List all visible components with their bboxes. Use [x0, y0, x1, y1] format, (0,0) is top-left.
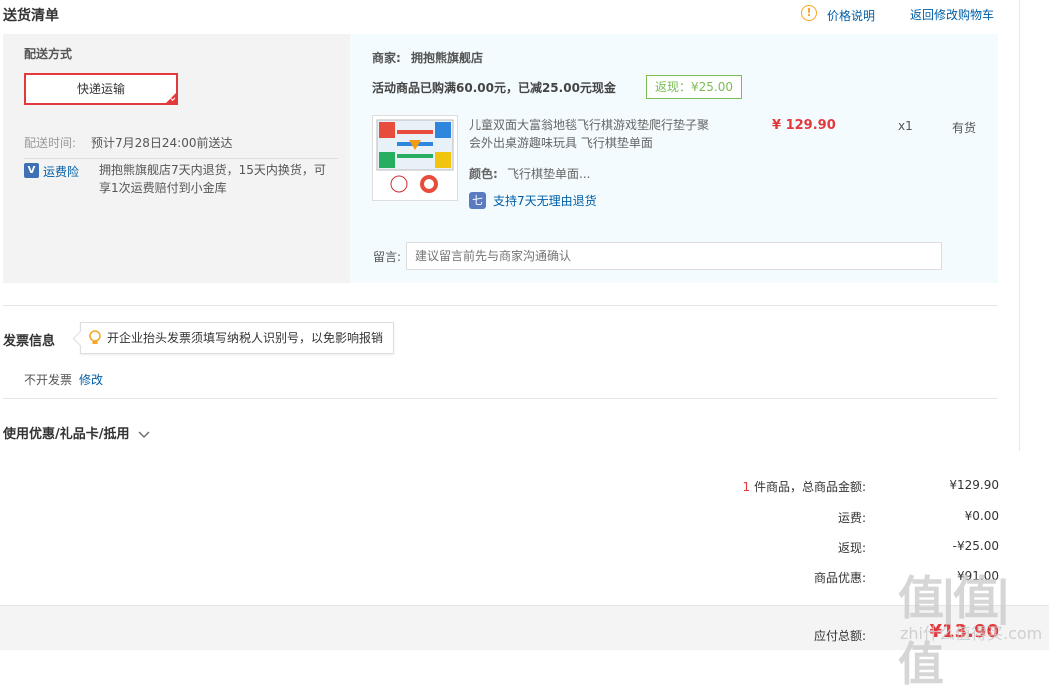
info-icon[interactable]: !	[801, 5, 817, 21]
shipping-fee-label: 运费:	[837, 511, 866, 525]
lightbulb-icon	[89, 330, 101, 344]
back-to-cart-link[interactable]: 返回修改购物车	[910, 6, 994, 23]
board-game-mat-image	[376, 119, 454, 193]
goods-total-label: 1 件商品，总商品金额:	[742, 478, 866, 495]
payable-footer	[0, 605, 1049, 650]
delivery-time-label: 配送时间:	[24, 136, 77, 150]
insurance-desc-line: 拥抱熊旗舰店7天内退货，15天内换货，可	[99, 163, 326, 177]
item-count-suffix: 件商品，总商品金额:	[753, 480, 866, 494]
chevron-down-icon	[138, 431, 150, 438]
delivery-time-value: 预计7月28日24:00前送达	[91, 136, 233, 150]
shipping-option-label: 快递运输	[76, 82, 125, 96]
cashback-badge: 返现：¥25.00	[646, 75, 742, 99]
divider	[24, 158, 338, 159]
return-policy-link[interactable]: 支持7天无理由退货	[493, 192, 597, 209]
shipping-insurance-link[interactable]: 运费险	[43, 163, 79, 180]
remark-label: 留言:	[373, 250, 402, 264]
invoice-value: 不开发票	[24, 373, 73, 387]
product-title-line: 儿童双面大富翁地毯飞行棋游戏垫爬行垫子聚	[469, 118, 710, 132]
coupon-title: 使用优惠/礼品卡/抵用	[3, 427, 130, 442]
discount-label: 商品优惠:	[813, 571, 866, 585]
color-value: 飞行棋垫单面...	[507, 167, 591, 181]
invoice-title: 发票信息	[3, 334, 56, 349]
coupon-toggle[interactable]: 使用优惠/礼品卡/抵用	[3, 423, 150, 442]
price-note-link[interactable]: 价格说明	[827, 7, 875, 24]
shipping-method-label: 配送方式	[24, 47, 73, 61]
goods-total-value: ¥129.90	[949, 478, 999, 492]
divider	[3, 398, 998, 399]
stock-status: 有货	[952, 121, 977, 135]
shield-icon: V	[24, 163, 39, 178]
divider	[3, 305, 998, 306]
product-title-line: 会外出桌游趣味玩具 飞行棋垫单面	[469, 136, 653, 150]
selected-check-icon	[166, 93, 176, 103]
item-count: 1	[742, 480, 751, 494]
color-label: 颜色:	[469, 167, 498, 181]
insurance-desc-line: 享1次运费赔付到小金库	[99, 181, 227, 195]
product-price: ¥ 129.90	[772, 118, 836, 133]
merchant-label: 商家:	[372, 51, 401, 65]
shipping-fee-value: ¥0.00	[964, 509, 999, 523]
cashback-label: 返现:	[837, 541, 866, 555]
invoice-edit-link[interactable]: 修改	[79, 371, 103, 388]
product-title-link[interactable]: 儿童双面大富翁地毯飞行棋游戏垫爬行垫子聚 会外出桌游趣味玩具 飞行棋垫单面	[469, 116, 739, 152]
invoice-tip: 开企业抬头发票须填写纳税人识别号，以免影响报销	[80, 322, 395, 354]
delivery-list-title: 送货清单	[3, 8, 59, 24]
watermark-url: zhi什么值得买.com	[900, 624, 1043, 643]
merchant-name[interactable]: 拥抱熊旗舰店	[411, 49, 483, 66]
product-quantity: x1	[898, 119, 913, 133]
shipping-option-express[interactable]: 快递运输	[24, 73, 178, 105]
product-thumbnail[interactable]	[372, 115, 458, 201]
cashback-value: -¥25.00	[952, 539, 999, 553]
remark-input[interactable]	[406, 242, 942, 270]
return-policy-icon: 七	[469, 192, 486, 209]
shipping-insurance-desc: 拥抱熊旗舰店7天内退货，15天内换货，可 享1次运费赔付到小金库	[99, 161, 326, 197]
order-main-panel: 送货清单 ! 价格说明 返回修改购物车 配送方式 快递运输 配送时间: 预计7月…	[0, 0, 1020, 451]
payable-label: 应付总额:	[813, 629, 866, 643]
promo-text: 活动商品已购满60.00元，已减25.00元现金	[372, 81, 616, 95]
invoice-tip-text: 开企业抬头发票须填写纳税人识别号，以免影响报销	[107, 331, 384, 345]
